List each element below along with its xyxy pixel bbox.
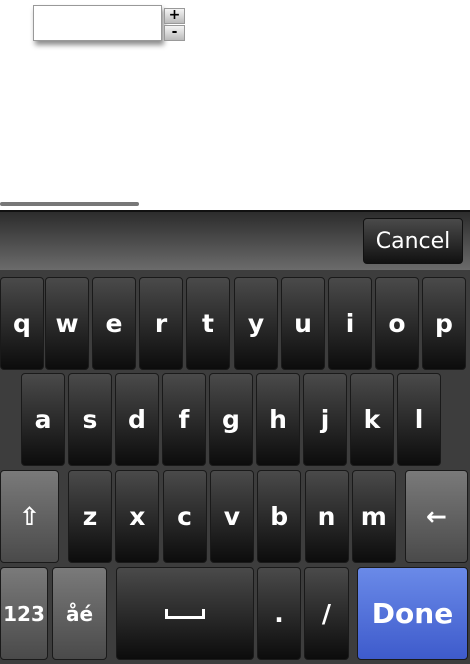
shift-key[interactable]: ⇧ xyxy=(0,470,59,563)
space-icon xyxy=(165,608,205,619)
key-r[interactable]: r xyxy=(139,277,183,370)
numbers-key[interactable]: 123 xyxy=(0,567,48,660)
key-q[interactable]: q xyxy=(0,277,44,370)
key-n[interactable]: n xyxy=(304,470,349,563)
key-l[interactable]: l xyxy=(397,373,441,466)
backspace-key[interactable]: ← xyxy=(405,470,468,563)
key-b[interactable]: b xyxy=(257,470,302,563)
key-k[interactable]: k xyxy=(350,373,394,466)
key-o[interactable]: o xyxy=(375,277,419,370)
accents-key[interactable]: åé xyxy=(52,567,107,660)
key-a[interactable]: a xyxy=(21,373,65,466)
key-v[interactable]: v xyxy=(209,470,254,563)
key-f[interactable]: f xyxy=(162,373,206,466)
space-key[interactable] xyxy=(116,567,254,660)
period-key[interactable]: . xyxy=(257,567,301,660)
key-p[interactable]: p xyxy=(422,277,466,370)
key-t[interactable]: t xyxy=(186,277,230,370)
key-g[interactable]: g xyxy=(209,373,253,466)
key-y[interactable]: y xyxy=(234,277,278,370)
key-e[interactable]: e xyxy=(92,277,136,370)
key-w[interactable]: w xyxy=(45,277,89,370)
cancel-button[interactable]: Cancel xyxy=(363,218,463,264)
key-z[interactable]: z xyxy=(68,470,112,563)
key-c[interactable]: c xyxy=(162,470,207,563)
key-u[interactable]: u xyxy=(281,277,325,370)
key-m[interactable]: m xyxy=(351,470,396,563)
key-d[interactable]: d xyxy=(115,373,159,466)
key-x[interactable]: x xyxy=(115,470,160,563)
increment-button[interactable]: + xyxy=(164,8,185,24)
decrement-button[interactable]: - xyxy=(164,25,185,41)
key-s[interactable]: s xyxy=(68,373,112,466)
key-j[interactable]: j xyxy=(303,373,347,466)
done-key[interactable]: Done xyxy=(357,567,468,660)
number-input[interactable] xyxy=(33,5,162,41)
key-h[interactable]: h xyxy=(256,373,300,466)
scrollbar[interactable] xyxy=(0,202,139,206)
key-i[interactable]: i xyxy=(328,277,372,370)
slash-key[interactable]: / xyxy=(304,567,349,660)
